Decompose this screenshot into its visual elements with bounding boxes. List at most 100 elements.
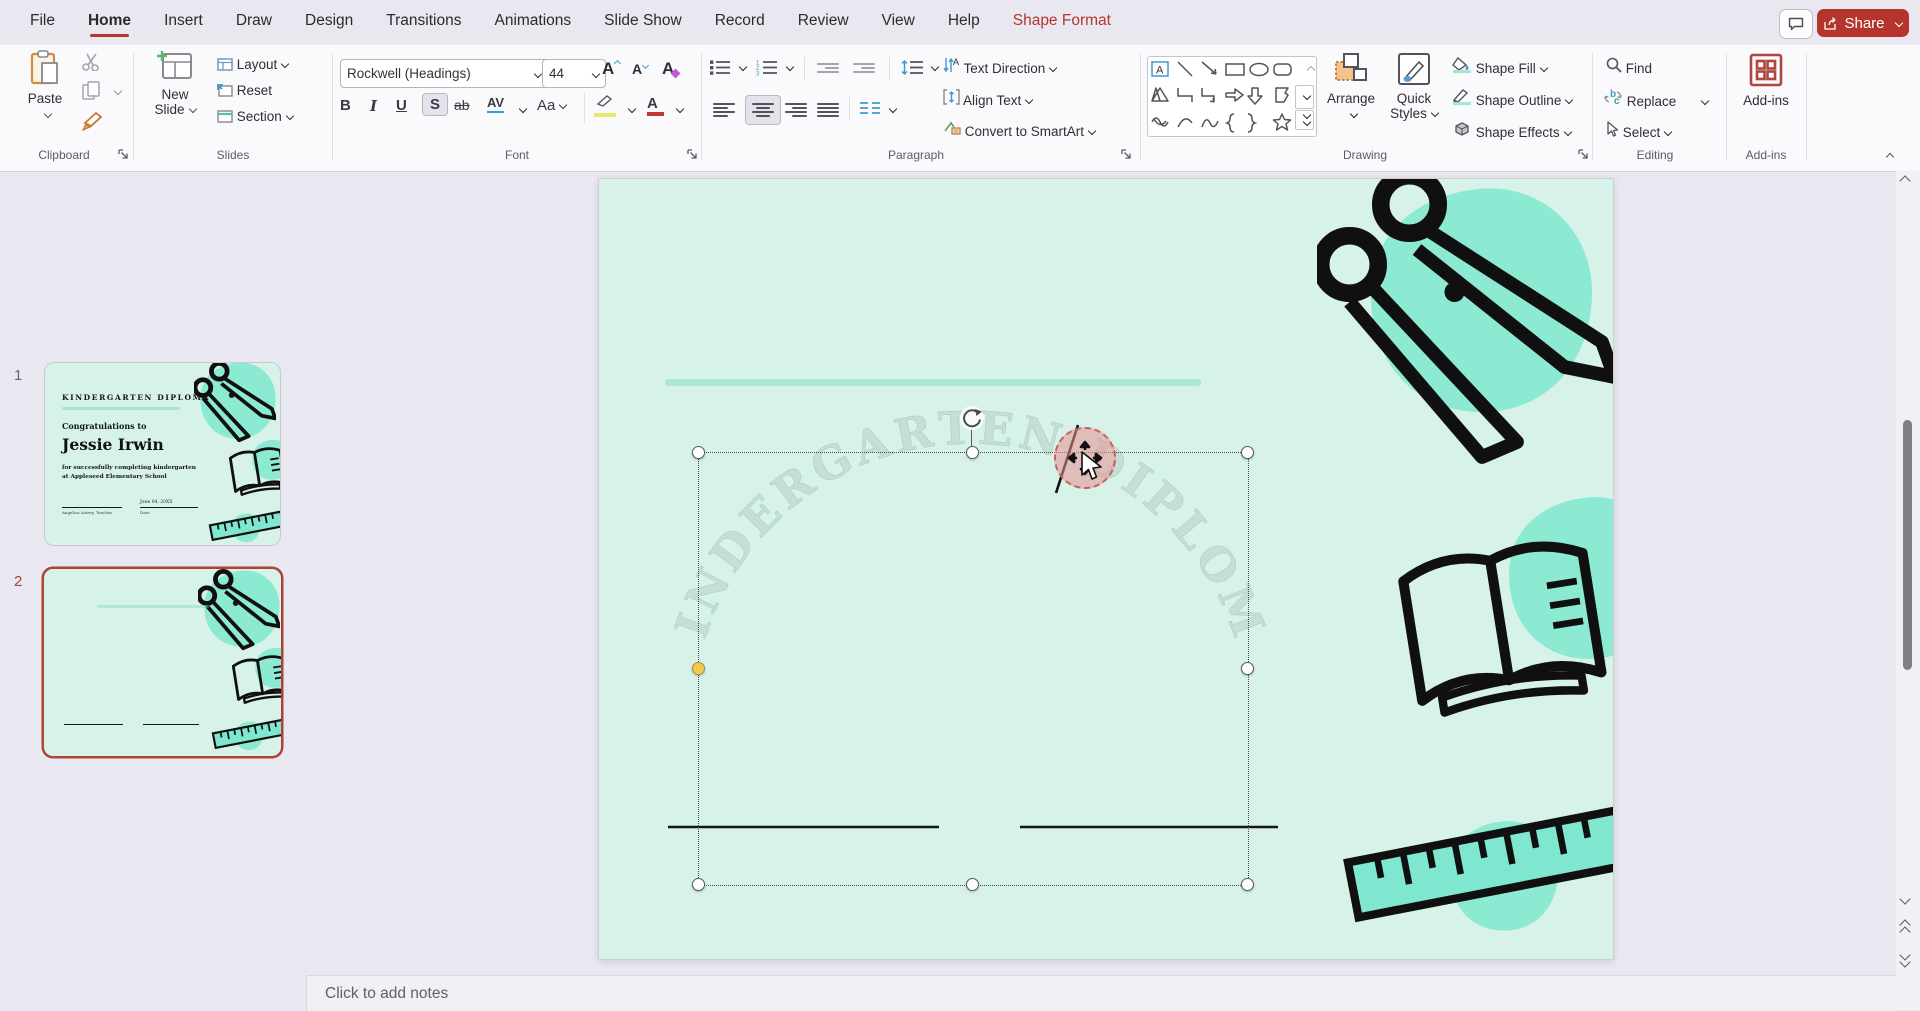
gallery-scroll-up[interactable] [1303,58,1314,76]
tab-review[interactable]: Review [798,0,849,39]
notes-placeholder[interactable]: Click to add notes [325,985,448,1003]
highlight-chevron[interactable] [624,101,635,119]
next-slide-button[interactable] [1901,949,1909,968]
thumb1-washi-tape [62,407,180,410]
share-button[interactable]: Share [1817,9,1909,37]
shrink-font-button[interactable]: A [632,61,648,77]
new-slide-button[interactable]: New Slide [147,50,203,117]
increase-indent-button[interactable] [853,61,875,75]
slide-canvas[interactable]: KINDERGARTEN DIPLOMA [599,179,1613,959]
numbering-button[interactable]: 123 [756,59,793,81]
scroll-down-button[interactable] [1901,893,1909,905]
tab-home[interactable]: Home [88,0,131,39]
shape-outline-button[interactable]: Shape Outline [1452,89,1572,108]
columns-button[interactable] [859,101,896,122]
align-text-button[interactable]: Align Text [943,89,1032,108]
comments-button[interactable] [1779,9,1813,39]
text-shadow-button[interactable]: S [422,93,448,116]
find-button[interactable]: Find [1606,57,1652,76]
handle-bottom-left[interactable] [692,878,705,891]
reset-icon [217,84,233,97]
rotate-handle[interactable] [959,405,985,431]
select-button[interactable]: Select [1606,121,1671,140]
paragraph-dialog-launcher[interactable] [1121,149,1132,160]
tab-view[interactable]: View [882,0,915,39]
shapes-gallery[interactable]: A [1147,56,1317,137]
font-dialog-launcher[interactable] [687,149,698,160]
tab-help[interactable]: Help [948,0,980,39]
format-painter-button[interactable] [82,111,104,136]
scroll-up-button[interactable] [1901,175,1909,187]
tab-slide-show[interactable]: Slide Show [604,0,682,39]
italic-button[interactable]: I [370,97,377,115]
collapse-ribbon-button[interactable] [1882,145,1893,163]
scrollbar-thumb[interactable] [1903,420,1912,670]
strikethrough-button[interactable]: ab [454,97,470,113]
reset-button[interactable]: Reset [217,83,272,98]
addins-button[interactable]: Add-ins [1734,52,1798,108]
handle-bottom-center[interactable] [966,878,979,891]
gallery-scroll-down[interactable] [1295,85,1314,109]
clear-formatting-button[interactable]: A [662,59,679,79]
underline-button[interactable]: U [396,97,407,114]
grow-font-button[interactable]: A [602,59,620,79]
drawing-dialog-launcher[interactable] [1578,149,1589,160]
slide-1-thumbnail[interactable]: KINDERGARTEN DIPLOMA Congratulations to … [45,363,280,545]
handle-bottom-right[interactable] [1241,878,1254,891]
previous-slide-button[interactable] [1901,919,1909,938]
gallery-more-button[interactable] [1295,110,1314,130]
selection-rectangle[interactable] [698,452,1249,886]
character-spacing-chevron[interactable] [515,101,526,119]
text-direction-button[interactable]: A Text Direction [943,57,1056,76]
tab-file[interactable]: File [30,0,55,39]
thumb1-book-art [223,439,280,499]
shape-effects-button[interactable]: Shape Effects [1452,121,1571,140]
font-name-select[interactable]: Rockwell (Headings) [340,59,550,88]
tab-animations[interactable]: Animations [494,0,571,39]
quick-styles-button[interactable]: Quick Styles [1383,52,1445,121]
handle-top-left[interactable] [692,446,705,459]
tab-design[interactable]: Design [305,0,353,39]
thumb1-date-value: June 04, 20XX [140,500,172,505]
convert-to-smartart-button[interactable]: Convert to SmartArt [943,121,1095,139]
change-case-button[interactable]: Aa [537,97,566,114]
copy-button[interactable] [82,81,101,106]
thumb2-scissors-art [192,569,281,655]
decrease-indent-button[interactable] [817,61,839,75]
share-label: Share [1844,15,1884,32]
bullets-button[interactable] [709,59,746,81]
clipboard-dialog-launcher[interactable] [118,149,129,160]
arrange-button[interactable]: Arrange [1323,52,1379,124]
align-center-button[interactable] [745,95,781,125]
align-right-button[interactable] [785,101,807,119]
handle-middle-right[interactable] [1241,662,1254,675]
bold-button[interactable]: B [340,97,351,114]
line-spacing-button[interactable] [901,59,938,81]
font-color-chevron[interactable] [672,101,683,119]
thumb2-signature-line-right [143,724,199,725]
highlight-color-button[interactable] [594,95,616,117]
replace-icon: bc [1604,89,1623,106]
shape-fill-button[interactable]: Shape Fill [1452,57,1547,76]
justify-button[interactable] [817,101,839,119]
tab-transitions[interactable]: Transitions [386,0,461,39]
section-button[interactable]: Section [217,109,293,124]
replace-button[interactable]: bc Replace [1604,89,1708,109]
font-size-select[interactable]: 44 [542,59,606,88]
handle-top-center[interactable] [966,446,979,459]
tab-draw[interactable]: Draw [236,0,272,39]
tab-shape-format[interactable]: Shape Format [1013,0,1111,39]
cut-button[interactable] [82,53,102,76]
character-spacing-button[interactable]: AV [487,95,504,113]
paste-button[interactable]: Paste [22,50,68,124]
layout-button[interactable]: Layout [217,57,288,72]
svg-text:A: A [1156,65,1164,77]
tab-insert[interactable]: Insert [164,0,203,39]
adjust-handle-middle-left[interactable] [692,662,705,675]
svg-text:A: A [953,57,959,67]
handle-top-right[interactable] [1241,446,1254,459]
font-color-button[interactable]: A [647,95,664,116]
slide-2-thumbnail[interactable] [44,569,281,756]
align-left-button[interactable] [713,101,735,119]
tab-record[interactable]: Record [715,0,765,39]
